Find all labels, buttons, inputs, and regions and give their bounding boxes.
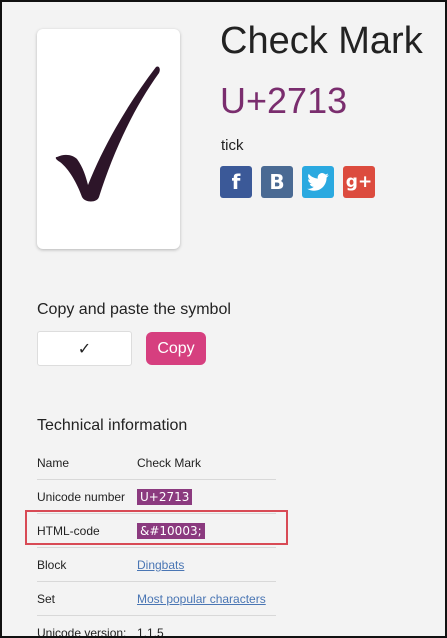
google-plus-icon[interactable]: g+ [343, 166, 375, 198]
unicode-number-badge[interactable]: U+2713 [137, 489, 193, 505]
twitter-bird-icon [307, 173, 329, 191]
table-row-unicode-version: Unicode version: 1.1.5 [37, 616, 276, 638]
symbol-copy-field[interactable]: ✓ [37, 331, 132, 366]
row-value: 1.1.5 [137, 626, 164, 638]
table-row-block: Block Dingbats [37, 548, 276, 582]
page: Check Mark U+2713 tick f B g+ Copy and p… [0, 0, 447, 638]
copy-button[interactable]: Copy [146, 332, 206, 365]
facebook-icon[interactable]: f [220, 166, 252, 198]
symbol-alias: tick [221, 137, 244, 154]
social-share-bar: f B g+ [220, 166, 375, 198]
copy-section-heading: Copy and paste the symbol [37, 301, 231, 318]
symbol-preview-card [37, 29, 180, 249]
set-link[interactable]: Most popular characters [137, 592, 266, 606]
vk-icon[interactable]: B [261, 166, 293, 198]
twitter-icon[interactable] [302, 166, 334, 198]
row-label: Unicode number [37, 490, 126, 504]
check-mark-icon [55, 66, 160, 202]
unicode-code: U+2713 [220, 80, 348, 121]
page-title: Check Mark [220, 20, 423, 62]
row-label: Set [37, 592, 56, 606]
block-link[interactable]: Dingbats [137, 558, 184, 572]
table-row-set: Set Most popular characters [37, 582, 276, 616]
table-row-unicode-number: Unicode number U+2713 [37, 480, 276, 514]
row-label: Unicode version: [37, 626, 127, 638]
table-row-name: Name Check Mark [37, 446, 276, 480]
html-code-highlight [25, 510, 288, 545]
technical-info-heading: Technical information [37, 417, 188, 434]
row-label: Name [37, 456, 70, 470]
row-label: Block [37, 558, 67, 572]
row-value: Check Mark [137, 456, 202, 470]
